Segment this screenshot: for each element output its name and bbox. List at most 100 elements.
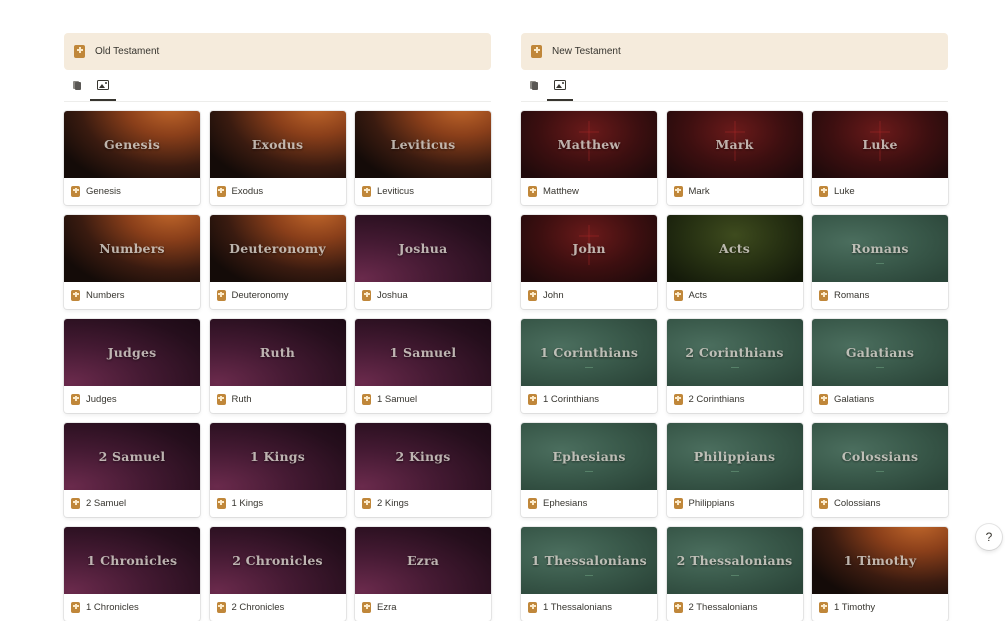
book-card[interactable]: Judges Judges: [64, 319, 200, 413]
book-cover: Romans: [812, 215, 948, 282]
book-card[interactable]: Galatians Galatians: [812, 319, 948, 413]
card-label: Deuteronomy: [231, 290, 289, 301]
card-label: Ezra: [377, 602, 397, 613]
card-label: Philippians: [688, 498, 735, 509]
cover-title: Leviticus: [390, 137, 456, 152]
book-card[interactable]: 2 Thessalonians 2 Thessalonians: [666, 527, 803, 621]
book-cover: Philippians: [666, 423, 803, 490]
card-label: Colossians: [834, 498, 881, 509]
book-card[interactable]: 2 Chronicles 2 Chronicles: [209, 527, 346, 621]
cover-decoration: [585, 471, 593, 472]
book-card[interactable]: Colossians Colossians: [812, 423, 948, 517]
cover-decoration: [585, 367, 593, 368]
book-cover: 2 Corinthians: [666, 319, 803, 386]
bible-icon: [71, 394, 80, 405]
bible-icon: [362, 394, 371, 405]
card-footer: Romans: [812, 282, 948, 309]
bible-icon: [71, 602, 80, 613]
card-footer: 1 Kings: [210, 490, 346, 517]
card-footer: Acts: [667, 282, 803, 309]
cover-title: Deuteronomy: [229, 241, 326, 256]
book-card[interactable]: 1 Chronicles 1 Chronicles: [64, 527, 200, 621]
book-card[interactable]: 1 Kings 1 Kings: [209, 423, 346, 517]
tab-gallery-view[interactable]: [547, 70, 573, 101]
book-card[interactable]: 1 Corinthians 1 Corinthians: [521, 319, 657, 413]
help-button[interactable]: ?: [976, 524, 1002, 550]
tab-list-view[interactable]: [521, 70, 547, 101]
cover-title: 1 Kings: [250, 449, 305, 464]
list-icon: [530, 81, 538, 90]
cover-title: John: [572, 241, 606, 256]
tab-list-view[interactable]: [64, 70, 90, 101]
section-header[interactable]: Old Testament: [64, 33, 491, 70]
book-card[interactable]: Numbers Numbers: [64, 215, 200, 309]
book-card[interactable]: Philippians Philippians: [666, 423, 803, 517]
book-card[interactable]: 1 Timothy 1 Timothy: [812, 527, 948, 621]
book-gallery: Genesis Genesis Exodus Exodus Leviticus Levit…: [64, 111, 491, 621]
book-card[interactable]: Exodus Exodus: [209, 111, 346, 205]
card-footer: 2 Thessalonians: [667, 594, 803, 621]
card-label: 1 Kings: [231, 498, 264, 509]
old-testament-section: Old Testament Genesis Genesis Exodus Exodus…: [64, 33, 491, 621]
card-label: 2 Corinthians: [688, 394, 745, 405]
book-card[interactable]: Luke Luke: [812, 111, 948, 205]
card-label: 1 Samuel: [377, 394, 418, 405]
book-card[interactable]: Mark Mark: [666, 111, 803, 205]
book-card[interactable]: Matthew Matthew: [521, 111, 657, 205]
bible-icon: [71, 498, 80, 509]
bible-icon: [528, 186, 537, 197]
cover-title: Joshua: [398, 241, 448, 256]
bible-icon: [216, 394, 226, 405]
cover-decoration: [876, 263, 884, 264]
view-tabs: [521, 70, 948, 102]
card-label: Mark: [688, 186, 710, 197]
book-card[interactable]: Deuteronomy Deuteronomy: [209, 215, 346, 309]
bible-icon: [362, 498, 371, 509]
book-card[interactable]: Genesis Genesis: [64, 111, 200, 205]
section-header[interactable]: New Testament: [521, 33, 948, 70]
book-cover: Ephesians: [521, 423, 657, 490]
cover-title: Acts: [719, 241, 750, 256]
book-gallery: Matthew Matthew Mark Mark Luke Luke John John Ac…: [521, 111, 948, 621]
book-card[interactable]: 1 Thessalonians 1 Thessalonians: [521, 527, 657, 621]
book-cover: Matthew: [521, 111, 657, 178]
book-card[interactable]: Leviticus Leviticus: [355, 111, 491, 205]
book-card[interactable]: Ephesians Ephesians: [521, 423, 657, 517]
cover-title: 2 Corinthians: [685, 345, 784, 360]
book-cover: Ezra: [355, 527, 491, 594]
cover-title: Colossians: [841, 449, 919, 464]
card-footer: Exodus: [210, 178, 346, 205]
tab-gallery-view[interactable]: [90, 70, 116, 101]
cover-title: 1 Samuel: [389, 345, 457, 360]
bible-icon: [362, 186, 371, 197]
book-card[interactable]: 2 Corinthians 2 Corinthians: [666, 319, 803, 413]
book-card[interactable]: 2 Kings 2 Kings: [355, 423, 491, 517]
bible-icon: [216, 186, 226, 197]
bible-icon: [362, 290, 371, 301]
cover-title: 1 Corinthians: [539, 345, 639, 360]
book-card[interactable]: Romans Romans: [812, 215, 948, 309]
section-title: New Testament: [552, 46, 621, 57]
book-card[interactable]: 2 Samuel 2 Samuel: [64, 423, 200, 517]
book-card[interactable]: Ezra Ezra: [355, 527, 491, 621]
cover-title: Numbers: [99, 241, 165, 256]
bible-icon: [528, 394, 537, 405]
card-footer: Ruth: [210, 386, 346, 413]
card-footer: 1 Thessalonians: [521, 594, 657, 621]
book-cover: 2 Thessalonians: [666, 527, 803, 594]
book-card[interactable]: Joshua Joshua: [355, 215, 491, 309]
book-card[interactable]: 1 Samuel 1 Samuel: [355, 319, 491, 413]
gallery-icon: [97, 79, 109, 90]
cover-title: Philippians: [693, 449, 776, 464]
cover-title: Romans: [851, 241, 909, 256]
book-card[interactable]: Ruth Ruth: [209, 319, 346, 413]
gallery-icon: [554, 79, 566, 90]
cover-decoration: [876, 471, 884, 472]
card-footer: Colossians: [812, 490, 948, 517]
book-card[interactable]: Acts Acts: [666, 215, 803, 309]
bible-icon: [819, 602, 828, 613]
view-tabs: [64, 70, 491, 102]
book-card[interactable]: John John: [521, 215, 657, 309]
bible-icon: [216, 290, 226, 301]
card-label: Romans: [834, 290, 870, 301]
